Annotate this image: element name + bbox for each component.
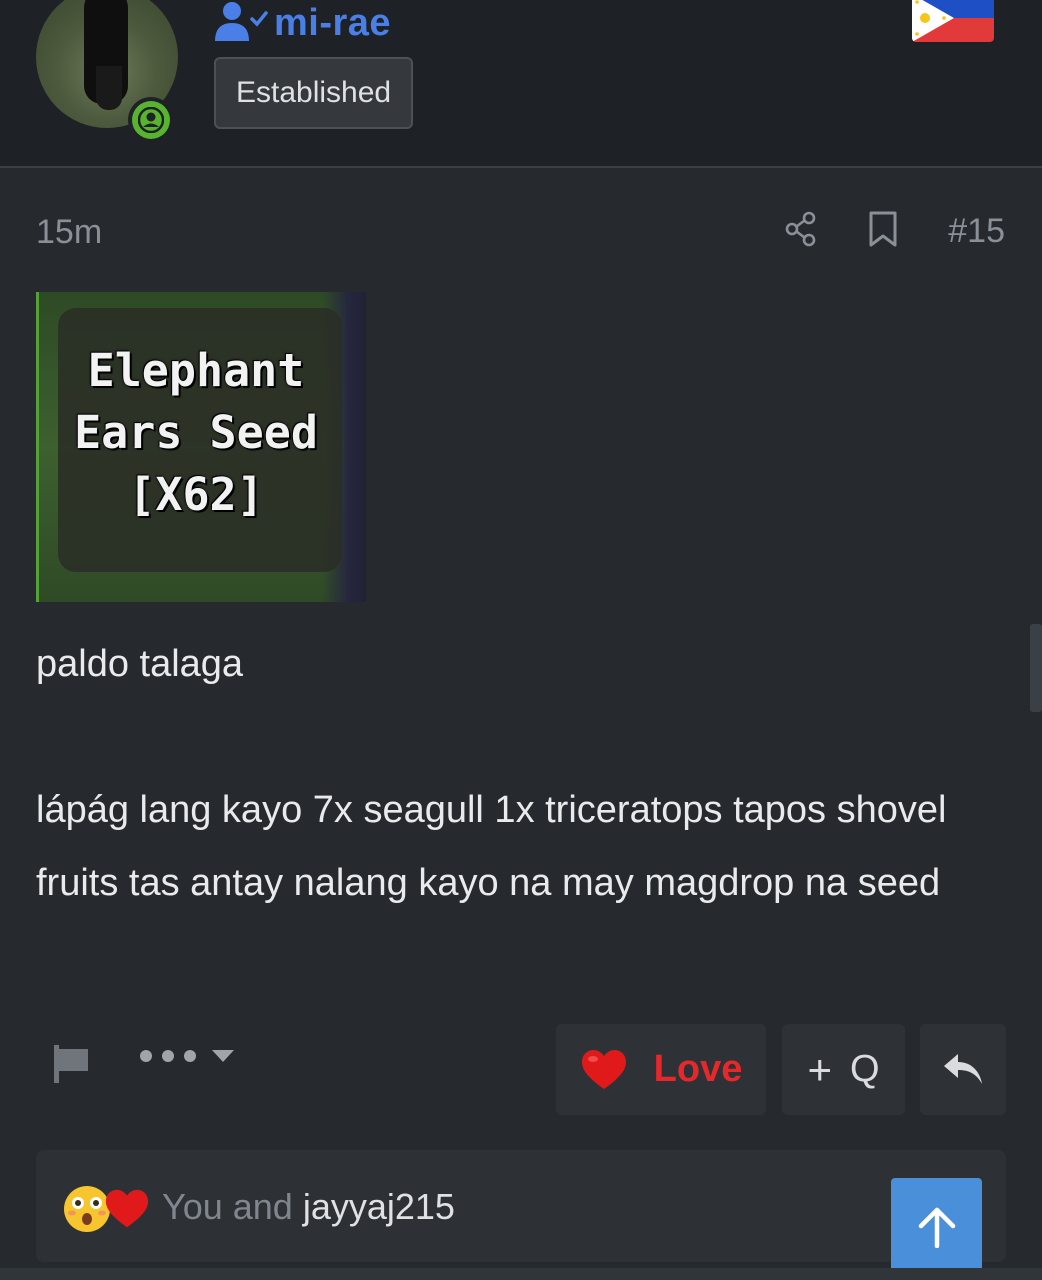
report-flag-button[interactable] — [48, 1042, 94, 1086]
post-author-header: mi-rae Established — [0, 0, 1042, 168]
caption-line: [X62] — [128, 468, 264, 521]
reply-button[interactable] — [920, 1024, 1006, 1115]
love-label: Love — [653, 1048, 743, 1090]
report-flag-icon — [54, 1045, 88, 1083]
reaction-icons — [62, 1184, 150, 1234]
arrow-up-icon — [918, 1207, 955, 1248]
chevron-down-icon — [212, 1050, 234, 1062]
heart-icon — [581, 1049, 626, 1089]
plus-icon: + — [807, 1045, 832, 1093]
multi-quote-button[interactable]: + Q — [782, 1024, 905, 1115]
more-dot-icon — [162, 1050, 174, 1062]
avatar-figure-lower — [96, 66, 122, 110]
caption-line: Elephant — [87, 344, 305, 397]
online-user-icon — [132, 101, 170, 139]
verified-user-icon — [214, 1, 268, 45]
username-link[interactable]: mi-rae — [274, 2, 391, 45]
attachment-image[interactable]: Elephant Ears Seed [X62] — [36, 292, 366, 602]
page-scrollbar[interactable] — [1030, 624, 1042, 712]
post-timestamp[interactable]: 15m — [36, 213, 102, 252]
username-row: mi-rae — [214, 0, 391, 46]
post-number-link[interactable]: #15 — [948, 212, 1005, 251]
quote-label: Q — [849, 1048, 880, 1090]
post-body: paldo talaga lápág lang kayo 7x seagull … — [36, 628, 996, 920]
post-paragraph: paldo talaga — [36, 643, 244, 685]
heart-icon — [105, 1189, 149, 1228]
share-icon[interactable] — [784, 211, 818, 251]
post-paragraph: lápág lang kayo 7x seagull 1x triceratop… — [36, 789, 947, 904]
bookmark-icon[interactable] — [868, 210, 898, 252]
online-status-badge — [128, 97, 174, 143]
more-dot-icon — [140, 1050, 152, 1062]
caption-line: Ears Seed — [74, 406, 318, 459]
reply-icon — [944, 1053, 982, 1084]
philippines-flag-icon — [912, 0, 994, 42]
post-top-actions: #15 — [784, 210, 1005, 252]
reaction-user-link[interactable]: jayyaj215 — [303, 1186, 455, 1227]
page-bottom-edge — [0, 1268, 1042, 1280]
love-reaction-button[interactable]: Love — [556, 1024, 766, 1115]
scroll-to-top-button[interactable] — [891, 1178, 982, 1275]
attachment-caption: Elephant Ears Seed [X62] — [36, 340, 356, 526]
more-dot-icon — [184, 1050, 196, 1062]
more-options-button[interactable] — [140, 1050, 234, 1062]
reactions-summary[interactable]: You and jayyaj215 — [36, 1150, 1006, 1262]
reactions-you-text: You and — [162, 1186, 293, 1227]
reactions-text: You and jayyaj215 — [162, 1186, 455, 1228]
user-title-badge: Established — [214, 57, 414, 129]
